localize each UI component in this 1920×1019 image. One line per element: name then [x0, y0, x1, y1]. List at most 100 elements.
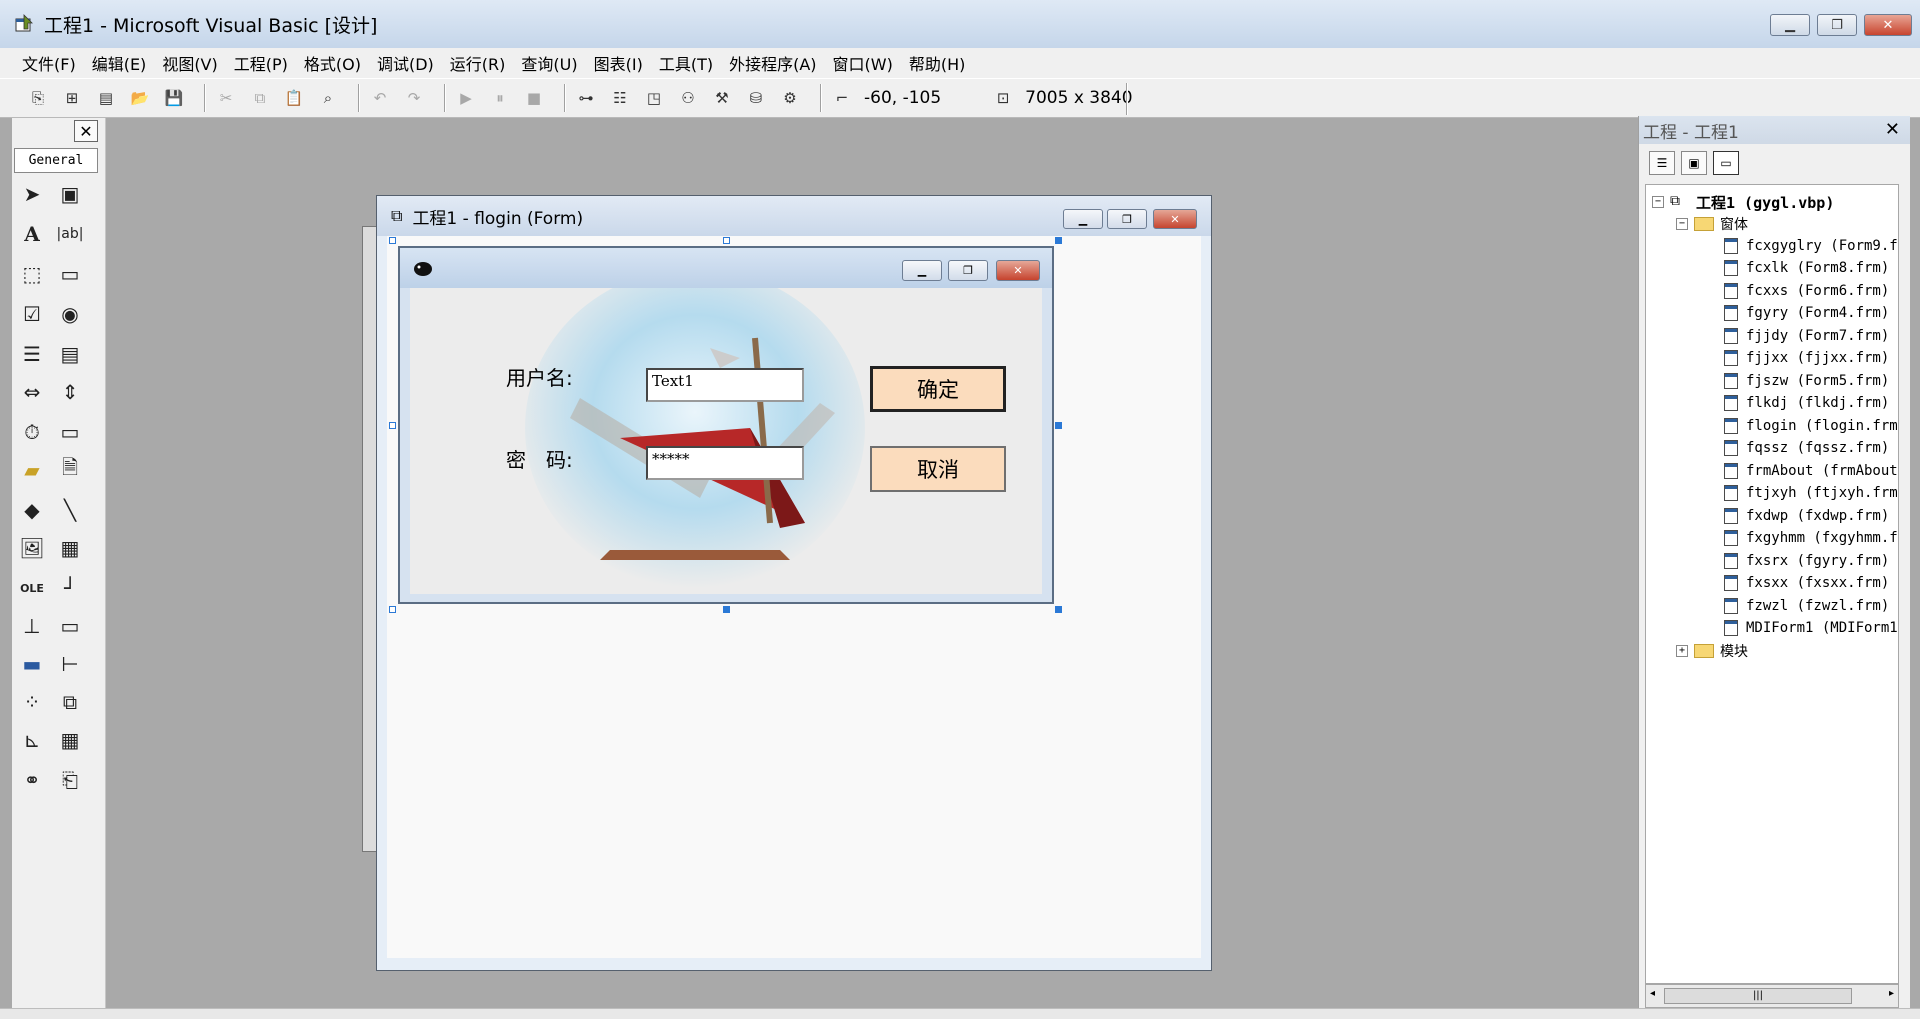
menu-query[interactable]: 查询(U): [521, 51, 577, 75]
login-restore-button[interactable]: ❐: [948, 260, 988, 281]
menu-project[interactable]: 工程(P): [234, 51, 288, 75]
selection-handle[interactable]: [1055, 606, 1062, 613]
tree-modules-folder[interactable]: + 模块: [1676, 640, 1748, 662]
selection-handle[interactable]: [723, 237, 730, 244]
tree-form-item[interactable]: ftjxyh (ftjxyh.frm): [1724, 482, 1898, 504]
listview-tool-icon[interactable]: ⁘: [16, 686, 48, 718]
tree-form-item[interactable]: flogin (flogin.frm): [1724, 415, 1898, 437]
properties-icon[interactable]: ☷: [608, 86, 632, 110]
frame-tool-icon[interactable]: ⬚: [16, 258, 48, 290]
common-dialog-tool-icon[interactable]: ⎗: [54, 764, 86, 796]
username-input[interactable]: Text1: [646, 368, 804, 402]
tree-form-item[interactable]: fjjxx (fjjxx.frm): [1724, 347, 1889, 369]
dirlistbox-tool-icon[interactable]: ▰: [16, 454, 48, 486]
tree-form-item[interactable]: flkdj (flkdj.frm): [1724, 392, 1889, 414]
menu-debug[interactable]: 调试(D): [377, 51, 434, 75]
object-browser-icon[interactable]: ⚇: [676, 86, 700, 110]
cancel-button[interactable]: 取消: [870, 446, 1006, 492]
menu-run[interactable]: 运行(R): [450, 51, 506, 75]
menu-help[interactable]: 帮助(H): [909, 51, 966, 75]
tree-form-item[interactable]: fqssz (fqssz.frm): [1724, 437, 1889, 459]
scrollbar-thumb[interactable]: |||: [1664, 988, 1852, 1004]
tree-form-item[interactable]: fcxxs (Form6.frm): [1724, 280, 1889, 302]
login-minimize-button[interactable]: ▁: [902, 260, 942, 281]
stop-icon[interactable]: ■: [522, 86, 546, 110]
image-tool-icon[interactable]: 🖼: [16, 532, 48, 564]
tree-form-item[interactable]: fxsrx (fgyry.frm): [1724, 550, 1889, 572]
copy-icon[interactable]: ⧉: [248, 86, 272, 110]
shape-tool-icon[interactable]: ◆: [16, 494, 48, 526]
filelistbox-tool-icon[interactable]: 🗎: [54, 454, 86, 486]
find-icon[interactable]: ⌕: [316, 86, 340, 110]
project-close-button[interactable]: ✕: [1885, 119, 1900, 140]
selection-handle[interactable]: [389, 237, 396, 244]
menu-editor-icon[interactable]: ▤: [94, 86, 118, 110]
selection-handle[interactable]: [389, 606, 396, 613]
textbox-tool-icon[interactable]: |ab|: [54, 218, 86, 250]
paste-icon[interactable]: 📋: [282, 86, 306, 110]
treeview-tool-icon[interactable]: ⊢: [54, 648, 86, 680]
menu-view[interactable]: 视图(V): [162, 51, 217, 75]
imagelist-tool-icon[interactable]: ⚭: [16, 764, 48, 796]
tree-form-item[interactable]: fxgyhmm (fxgyhmm.fr: [1724, 527, 1898, 549]
redo-icon[interactable]: ↷: [402, 86, 426, 110]
form-layout-icon[interactable]: ◳: [642, 86, 666, 110]
pointer-tool-icon[interactable]: ➤: [16, 178, 48, 210]
line-tool-icon[interactable]: ╲: [54, 494, 86, 526]
tree-forms-folder[interactable]: − 窗体: [1676, 213, 1748, 235]
listbox-tool-icon[interactable]: ▤: [54, 338, 86, 370]
menu-tools[interactable]: 工具(T): [659, 51, 713, 75]
login-close-button[interactable]: ✕: [996, 260, 1040, 281]
drivelistbox-tool-icon[interactable]: ▭: [54, 416, 86, 448]
tree-form-item[interactable]: fxdwp (fxdwp.frm): [1724, 505, 1889, 527]
add-form-icon[interactable]: ⊞: [60, 86, 84, 110]
login-form[interactable]: ▁ ❐ ✕ 用户名: 密 码: Text1 ***** 确定 取消: [398, 246, 1054, 604]
toolbox-close-button[interactable]: ✕: [74, 120, 98, 142]
toolbox-tab-general[interactable]: General: [14, 148, 98, 173]
undo-icon[interactable]: ↶: [368, 86, 392, 110]
updown-tool-icon[interactable]: ┘: [54, 572, 86, 604]
open-project-icon[interactable]: 📂: [128, 86, 152, 110]
progressbar-tool-icon[interactable]: ▬: [16, 648, 48, 680]
ole-tool-icon[interactable]: OLE: [16, 572, 48, 604]
picturebox-tool-icon[interactable]: ▣: [54, 178, 86, 210]
tree-form-item[interactable]: fjszw (Form5.frm): [1724, 370, 1889, 392]
selection-handle[interactable]: [723, 606, 730, 613]
restore-button[interactable]: ❐: [1817, 14, 1857, 36]
data-view-icon[interactable]: ⛁: [744, 86, 768, 110]
toggle-folders-icon[interactable]: ▭: [1713, 151, 1739, 175]
tree-mdiform-item[interactable]: MDIForm1 (MDIForm1.: [1724, 617, 1898, 639]
checkbox-tool-icon[interactable]: ☑: [16, 298, 48, 330]
scroll-left-icon[interactable]: ◂: [1650, 988, 1655, 999]
tree-form-item[interactable]: fcxgyglry (Form9.fr: [1724, 235, 1898, 257]
menu-edit[interactable]: 编辑(E): [92, 51, 147, 75]
menu-format[interactable]: 格式(O): [304, 51, 361, 75]
hscrollbar-tool-icon[interactable]: ⇔: [16, 376, 48, 408]
combobox-tool-icon[interactable]: ☰: [16, 338, 48, 370]
vscrollbar-tool-icon[interactable]: ⇕: [54, 376, 86, 408]
component-manager-icon[interactable]: ⚙: [778, 86, 802, 110]
add-project-icon[interactable]: ⎘: [26, 86, 50, 110]
menu-addins[interactable]: 外接程序(A): [729, 51, 816, 75]
data-tool-icon[interactable]: ▦: [54, 532, 86, 564]
view-object-icon[interactable]: ▣: [1681, 151, 1707, 175]
tree-form-item[interactable]: fzwzl (fzwzl.frm): [1724, 595, 1889, 617]
tree-root-project[interactable]: − ⧉ 工程1 (gygl.vbp): [1652, 191, 1834, 213]
optionbutton-tool-icon[interactable]: ◉: [54, 298, 86, 330]
selection-handle[interactable]: [1055, 422, 1062, 429]
expand-icon[interactable]: +: [1676, 645, 1688, 657]
menu-window[interactable]: 窗口(W): [833, 51, 893, 75]
tree-form-item[interactable]: fxsxx (fxsxx.frm): [1724, 572, 1889, 594]
tree-form-item[interactable]: frmAbout (frmAbout.: [1724, 460, 1898, 482]
timer-tool-icon[interactable]: ⏱: [16, 416, 48, 448]
slider-tool-icon[interactable]: ⊥: [16, 610, 48, 642]
designer-minimize-button[interactable]: ▁: [1063, 209, 1103, 229]
tree-form-item[interactable]: fcxlk (Form8.frm): [1724, 257, 1889, 279]
label-tool-icon[interactable]: A: [16, 218, 48, 250]
tabstrip-tool-icon[interactable]: ⧉: [54, 686, 86, 718]
toolbox-icon[interactable]: ⚒: [710, 86, 734, 110]
collapse-icon[interactable]: −: [1652, 196, 1664, 208]
selection-handle[interactable]: [389, 422, 396, 429]
collapse-icon[interactable]: −: [1676, 218, 1688, 230]
project-explorer-icon[interactable]: ⊶: [574, 86, 598, 110]
